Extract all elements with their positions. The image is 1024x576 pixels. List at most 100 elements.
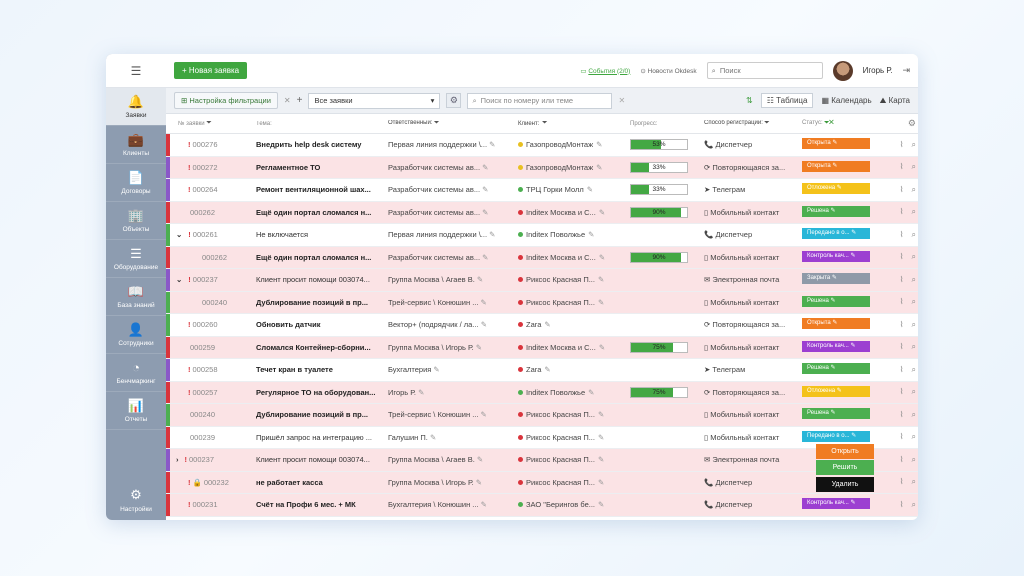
ticket-theme[interactable]: Ремонт вентиляционной шах... — [250, 185, 388, 194]
status-badge[interactable]: Решена ✎ — [802, 205, 870, 217]
status-badge[interactable]: Контроль кач... ✎ — [802, 340, 870, 352]
edit-icon[interactable]: ✎ — [489, 140, 495, 149]
edit-icon[interactable]: ✎ — [599, 343, 605, 352]
sidebar-item-7[interactable]: ◔ Бенчмаркинг — [106, 354, 166, 392]
ticket-client[interactable]: Inditex Москва и С... ✎ — [518, 208, 626, 217]
menu-icon[interactable]: ☰ — [106, 54, 166, 88]
ticket-theme[interactable]: Течет кран в туалете — [250, 365, 388, 374]
ticket-theme[interactable]: Регулярное ТО на оборудован... — [250, 388, 388, 397]
sidebar-item-1[interactable]: 💼 Клиенты — [106, 126, 166, 164]
ticket-client[interactable]: Inditex Поволжье ✎ — [518, 388, 626, 397]
ticket-responsible[interactable]: Первая линия поддержки \... ✎ — [388, 230, 518, 239]
preview-icon[interactable]: ⌕ — [912, 207, 916, 217]
expand-caret-icon[interactable]: › — [176, 455, 179, 464]
ticket-status[interactable]: Отложена ✎ — [802, 385, 882, 399]
avatar[interactable] — [832, 60, 853, 81]
table-row[interactable]: ! 000264 Ремонт вентиляционной шах... Раз… — [166, 179, 918, 202]
edit-icon[interactable]: ✎ — [482, 208, 488, 217]
sidebar-item-6[interactable]: 👤 Сотрудники — [106, 316, 166, 354]
status-badge[interactable]: Решена ✎ — [802, 295, 870, 307]
edit-icon[interactable]: ✎ — [476, 478, 482, 487]
context-open-item[interactable]: Открыть — [816, 444, 874, 459]
ticket-number[interactable]: 000240 — [170, 298, 250, 307]
edit-icon[interactable]: ✎ — [587, 185, 593, 194]
preview-icon[interactable]: ⌕ — [912, 342, 916, 352]
ticket-status[interactable]: Открыта ✎ — [802, 138, 882, 151]
ticket-responsible[interactable]: Группа Москва \ Игорь Р. ✎ — [388, 343, 518, 352]
ticket-responsible[interactable]: Галушин П. ✎ — [388, 433, 518, 442]
ticket-responsible[interactable]: Разработчик системы ав... ✎ — [388, 253, 518, 262]
table-row[interactable]: 000259 Сломался Контейнер-сборни... Груп… — [166, 336, 918, 359]
ticket-number[interactable]: ⌄! 000237 — [170, 275, 250, 284]
attach-icon[interactable]: ⌇ — [900, 500, 904, 510]
edit-icon[interactable]: ✎ — [588, 230, 594, 239]
ticket-client[interactable]: Inditex Москва и С... ✎ — [518, 253, 626, 262]
close-icon[interactable]: ✕ — [284, 96, 291, 105]
edit-icon[interactable]: ✎ — [596, 163, 602, 172]
sidebar-item-8[interactable]: 📊 Отчеты — [106, 392, 166, 430]
ticket-responsible[interactable]: Бухгалтерия \ Конюшин ... ✎ — [388, 500, 518, 509]
ticket-number[interactable]: 000239 — [170, 433, 250, 442]
table-row[interactable]: ! 000258 Течет кран в туалете Бухгалтерия… — [166, 359, 918, 382]
status-badge[interactable]: Передано в о... ✎ — [802, 430, 870, 442]
edit-icon[interactable]: ✎ — [598, 410, 604, 419]
ticket-responsible[interactable]: Трей-сервис \ Конюшин ... ✎ — [388, 298, 518, 307]
search-input[interactable]: ⌕ Поиск — [706, 62, 823, 79]
preview-icon[interactable]: ⌕ — [912, 297, 916, 307]
view-table-button[interactable]: ☷ Таблица — [760, 93, 814, 108]
table-row[interactable]: ! 🔒 000232 не работает касса Группа Москва… — [166, 471, 918, 494]
logout-icon[interactable]: ⇥ — [902, 65, 910, 76]
col-client[interactable]: Клиент: ⏷ — [518, 120, 626, 127]
ticket-status[interactable]: Передано в о... ✎ — [802, 228, 882, 241]
ticket-theme[interactable]: Клиент просит помощи 003074... — [250, 455, 388, 464]
table-row[interactable]: ›! 000237 Клиент просит помощи 003074... … — [166, 449, 918, 472]
attach-icon[interactable]: ⌇ — [900, 297, 904, 307]
ticket-number[interactable]: ! 000257 — [170, 388, 250, 397]
edit-icon[interactable]: ✎ — [596, 140, 602, 149]
ticket-status[interactable]: Закрыта ✎ — [802, 273, 882, 286]
preview-icon[interactable]: ⌕ — [912, 387, 916, 397]
sidebar-item-0[interactable]: 🔔 Заявки — [106, 88, 166, 126]
attach-icon[interactable]: ⌇ — [900, 252, 904, 262]
table-row[interactable]: 000262 Ещё один портал сломался н... Раз… — [166, 201, 918, 224]
edit-icon[interactable]: ✎ — [481, 298, 487, 307]
edit-icon[interactable]: ✎ — [598, 478, 604, 487]
ticket-status[interactable]: Контроль кач... ✎ — [802, 250, 882, 264]
ticket-responsible[interactable]: Разработчик системы ав... ✎ — [388, 163, 518, 172]
edit-icon[interactable]: ✎ — [588, 388, 594, 397]
preview-icon[interactable]: ⌕ — [912, 432, 916, 442]
status-badge[interactable]: Отложена ✎ — [802, 183, 870, 195]
status-badge[interactable]: Контроль кач... ✎ — [802, 250, 870, 262]
ticket-theme[interactable]: Регламентное ТО — [250, 163, 388, 172]
attach-icon[interactable]: ⌇ — [900, 207, 904, 217]
attach-icon[interactable]: ⌇ — [900, 342, 904, 352]
ticket-status[interactable]: Открыта ✎ — [802, 160, 882, 174]
ticket-responsible[interactable]: Группа Москва \ Игорь Р. ✎ — [388, 478, 518, 487]
edit-icon[interactable]: ✎ — [476, 343, 482, 352]
ticket-theme[interactable]: Не включается — [250, 230, 388, 239]
table-row[interactable]: ! 000272 Регламентное ТО Разработчик сист… — [166, 156, 918, 179]
edit-icon[interactable]: ✎ — [481, 320, 487, 329]
ticket-client[interactable]: Риксос Красная П... ✎ — [518, 275, 626, 284]
ticket-number[interactable]: ! 🔒 000232 — [170, 478, 250, 487]
col-number[interactable]: № заявки ⏷ — [170, 120, 250, 127]
preview-icon[interactable]: ⌕ — [912, 252, 916, 262]
ticket-number[interactable]: ! 000258 — [170, 365, 250, 374]
ticket-responsible[interactable]: Игорь Р. ✎ — [388, 388, 518, 397]
table-row[interactable]: 000239 Пришёл запрос на интеграцию ... Г… — [166, 426, 918, 449]
ticket-client[interactable]: Риксос Красная П... ✎ — [518, 298, 626, 307]
ticket-theme[interactable]: не работает касса — [250, 478, 388, 487]
attach-icon[interactable]: ⌇ — [900, 140, 904, 150]
edit-icon[interactable]: ✎ — [433, 365, 439, 374]
ticket-status[interactable]: Контроль кач... ✎ — [802, 340, 882, 354]
edit-icon[interactable]: ✎ — [418, 388, 424, 397]
ticket-status[interactable]: Решена ✎ — [802, 408, 882, 421]
preview-icon[interactable]: ⌕ — [912, 185, 916, 195]
sidebar-item-2[interactable]: 📄 Договоры — [106, 164, 166, 202]
ticket-number[interactable]: ⌄! 000261 — [170, 230, 250, 239]
ticket-responsible[interactable]: Трей-сервис \ Конюшин ... ✎ — [388, 410, 518, 419]
preview-icon[interactable]: ⌕ — [912, 140, 916, 150]
view-map-button[interactable]: ⛰ Карта — [880, 96, 910, 106]
ticket-client[interactable]: ЗАО "Берингов бе... ✎ — [518, 500, 626, 509]
attach-icon[interactable]: ⌇ — [900, 230, 904, 240]
